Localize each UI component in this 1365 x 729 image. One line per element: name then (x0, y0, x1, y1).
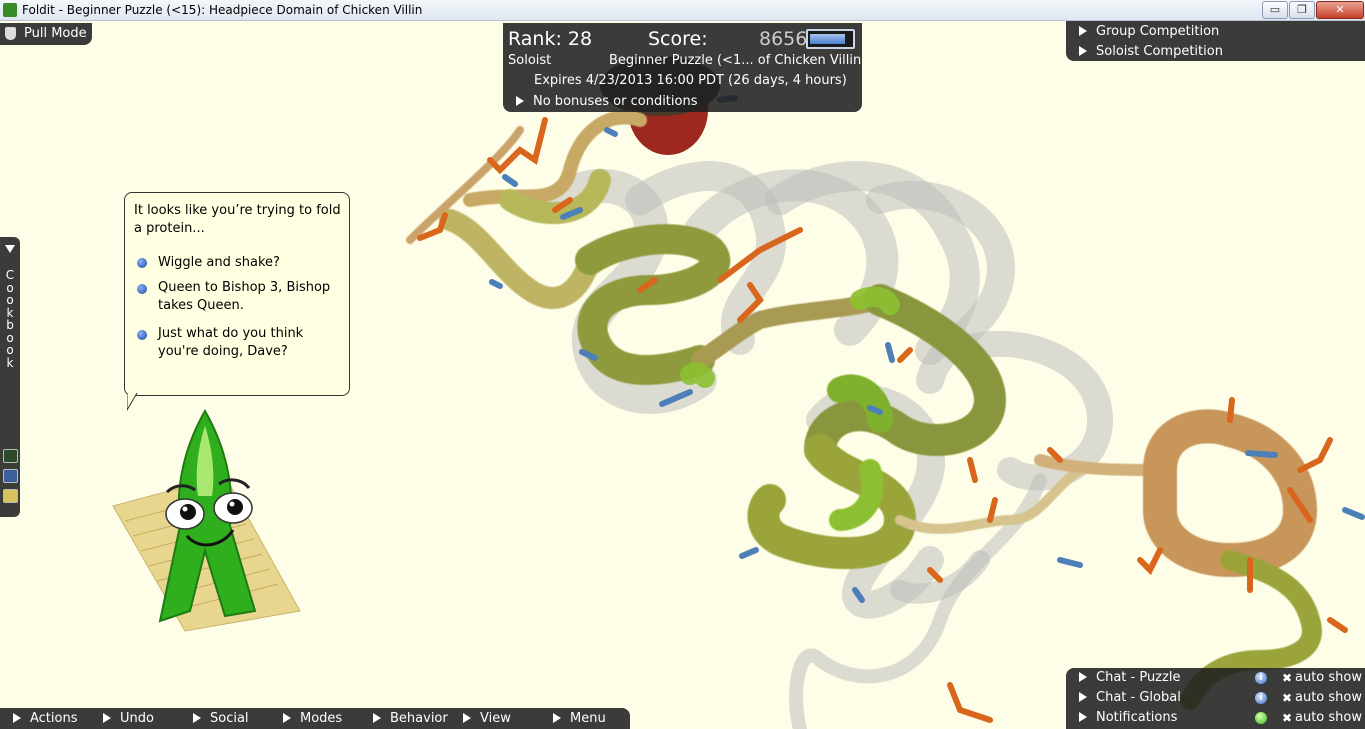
soloist-competition-label: Soloist Competition (1096, 44, 1223, 59)
foldit-app-icon (3, 3, 17, 17)
info-icon[interactable]: i (1255, 692, 1267, 704)
expand-triangle-icon (283, 713, 291, 723)
score-label: Score: (648, 28, 708, 50)
notifications-toggle[interactable]: Notifications (1079, 710, 1177, 725)
group-competition-label: Group Competition (1096, 24, 1220, 39)
pull-mode-indicator[interactable]: Pull Mode (0, 23, 92, 45)
tip-text: It looks like you’re trying to fold a pr… (134, 203, 341, 236)
expand-triangle-icon (373, 713, 381, 723)
group-competition-toggle[interactable]: Group Competition (1079, 24, 1219, 39)
choice-bullet-icon[interactable] (137, 284, 147, 294)
bonuses-label: No bonuses or conditions (533, 94, 698, 109)
menu-label: Menu (570, 711, 606, 726)
minimize-button[interactable]: ▭ (1262, 1, 1288, 19)
competition-panel: Group Competition Soloist Competition (1066, 21, 1365, 61)
puzzle-name: Beginner Puzzle (<1... of Chicken Villin (609, 53, 862, 68)
chat-global-label: Chat - Global (1096, 690, 1181, 705)
auto-show-toggle[interactable]: auto show (1295, 690, 1362, 705)
tip-choice-3[interactable]: Just what do you think you're doing, Dav… (158, 325, 344, 361)
score-value: 8656 (759, 28, 808, 50)
score-progress-bar (806, 29, 855, 49)
expand-triangle-icon (103, 713, 111, 723)
hand-icon (5, 27, 16, 40)
score-panel: Rank: 28 Score: 8656 Soloist Beginner Pu… (503, 23, 862, 112)
close-x-icon[interactable]: ✖ (1282, 711, 1292, 725)
actions-label: Actions (30, 711, 78, 726)
actions-menu[interactable]: Actions (13, 711, 78, 726)
chat-puzzle-label: Chat - Puzzle (1096, 670, 1181, 685)
expand-triangle-icon (13, 713, 21, 723)
choice-bullet-icon[interactable] (137, 258, 147, 268)
shared-recipes-icon[interactable] (3, 469, 18, 483)
modes-menu[interactable]: Modes (283, 711, 342, 726)
chat-puzzle-toggle[interactable]: Chat - Puzzle (1079, 670, 1180, 685)
expand-triangle-icon (1079, 712, 1087, 722)
cookbook-label[interactable]: Cookbook (5, 269, 15, 369)
recipe-editor-icon[interactable] (3, 489, 18, 503)
script-terminal-icon[interactable] (3, 449, 18, 463)
expand-triangle-icon (516, 96, 524, 106)
foldit-mascot-icon (112, 408, 301, 632)
maximize-button[interactable]: ❐ (1289, 1, 1315, 19)
social-label: Social (210, 711, 249, 726)
notifications-label: Notifications (1096, 710, 1178, 725)
close-button[interactable]: ✕ (1316, 1, 1364, 19)
puzzle-expiry: Expires 4/23/2013 16:00 PDT (26 days, 4 … (534, 73, 847, 88)
expand-triangle-icon (553, 713, 561, 723)
tip-speech-bubble: It looks like you’re trying to fold a pr… (124, 192, 350, 396)
social-menu[interactable]: Social (193, 711, 249, 726)
view-label: View (480, 711, 511, 726)
expand-triangle-icon (1079, 26, 1087, 36)
info-icon[interactable]: i (1255, 672, 1267, 684)
expand-triangle-icon (1079, 46, 1087, 56)
pull-mode-label: Pull Mode (24, 26, 87, 41)
undo-menu[interactable]: Undo (103, 711, 154, 726)
tip-choice-2[interactable]: Queen to Bishop 3, Bishop takes Queen. (158, 279, 344, 315)
undo-label: Undo (120, 711, 154, 726)
behavior-menu[interactable]: Behavior (373, 711, 448, 726)
window-title: Foldit - Beginner Puzzle (<15): Headpiec… (22, 3, 423, 17)
tip-choice-1[interactable]: Wiggle and shake? (158, 254, 344, 272)
view-menu[interactable]: View (463, 711, 511, 726)
auto-show-toggle[interactable]: auto show (1295, 670, 1362, 685)
chat-global-toggle[interactable]: Chat - Global (1079, 690, 1181, 705)
auto-show-toggle[interactable]: auto show (1295, 710, 1362, 725)
bonuses-toggle[interactable]: No bonuses or conditions (516, 94, 697, 109)
rank-text: Rank: 28 (508, 28, 593, 50)
protein-viewport[interactable]: Pull Mode Rank: 28 Score: 8656 Soloist B… (0, 21, 1365, 729)
chat-panel: Chat - Puzzle i ✖ auto show Chat - Globa… (1066, 668, 1365, 729)
modes-label: Modes (300, 711, 343, 726)
behavior-label: Behavior (390, 711, 448, 726)
expand-triangle-icon (463, 713, 471, 723)
choice-bullet-icon[interactable] (137, 330, 147, 340)
score-progress-fill (810, 34, 845, 44)
player-role: Soloist (508, 53, 552, 68)
expand-triangle-icon (1079, 672, 1087, 682)
bottom-menu-bar: Actions Undo Social Modes Behavior View … (0, 708, 630, 729)
close-x-icon[interactable]: ✖ (1282, 691, 1292, 705)
cookbook-sidebar[interactable]: Cookbook (0, 237, 20, 517)
expand-triangle-icon (193, 713, 201, 723)
main-menu[interactable]: Menu (553, 711, 606, 726)
green-status-icon[interactable] (1255, 712, 1267, 724)
expand-triangle-icon (1079, 692, 1087, 702)
window-title-bar: Foldit - Beginner Puzzle (<15): Headpiec… (0, 0, 1365, 21)
collapse-triangle-icon[interactable] (5, 245, 15, 253)
close-x-icon[interactable]: ✖ (1282, 671, 1292, 685)
soloist-competition-toggle[interactable]: Soloist Competition (1079, 44, 1223, 59)
